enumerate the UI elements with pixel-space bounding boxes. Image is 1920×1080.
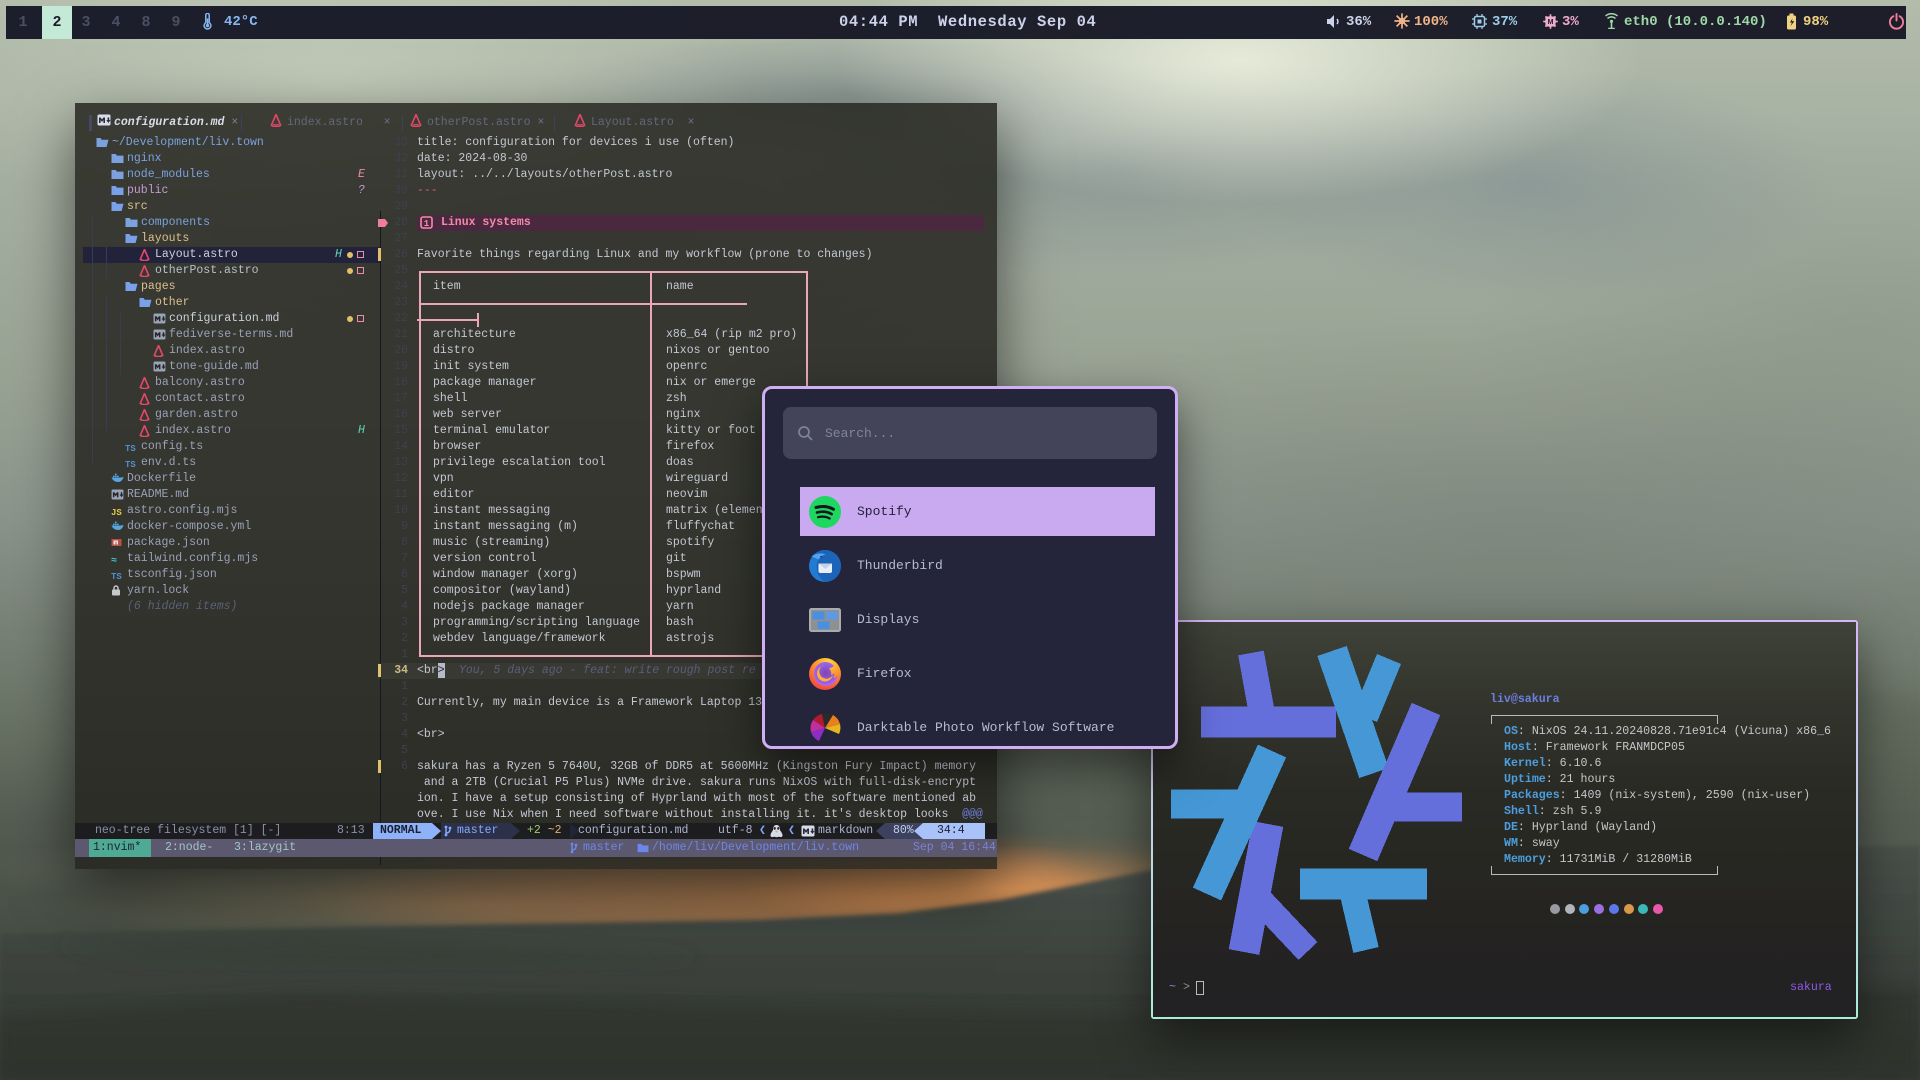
svg-text:1: 1 [424, 219, 430, 229]
svg-text:M: M [1548, 19, 1554, 26]
